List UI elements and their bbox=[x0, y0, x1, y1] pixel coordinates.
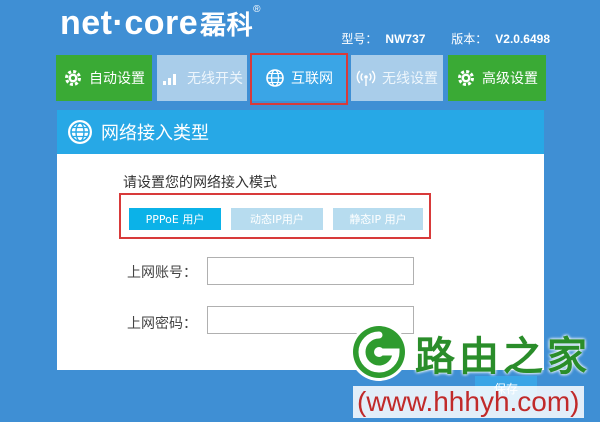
model-label: 型号： bbox=[341, 32, 378, 46]
watermark-url: (www.hhhyh.com) bbox=[353, 386, 584, 418]
signal-bars-icon bbox=[161, 68, 181, 88]
globe-icon bbox=[265, 68, 285, 88]
pppoe-mode-button[interactable]: PPPoE 用户 bbox=[129, 208, 221, 230]
section-title: 网络接入类型 bbox=[101, 123, 209, 144]
gear-icon bbox=[456, 68, 476, 88]
registered-mark: ® bbox=[253, 4, 262, 15]
watermark: 路由之家 (www.hhhyh.com) bbox=[345, 318, 600, 422]
version-label: 版本： bbox=[451, 32, 488, 46]
tab-advanced-settings[interactable]: 高级设置 bbox=[448, 55, 546, 101]
watermark-text: 路由之家 bbox=[415, 334, 591, 380]
static-ip-mode-button[interactable]: 静态IP 用户 bbox=[333, 208, 423, 230]
device-info: 型号： NW737 版本： V2.0.6498 bbox=[341, 30, 550, 47]
brand-name: net·core bbox=[60, 4, 199, 42]
tab-label: 无线设置 bbox=[382, 71, 438, 87]
tab-wireless-switch[interactable]: 无线开关 bbox=[157, 55, 247, 101]
main-nav: 自动设置 无线开关 互联网 无线设置 高级设置 bbox=[56, 55, 546, 101]
brand-cn-name: 磊科 bbox=[200, 11, 254, 41]
tab-auto-setup[interactable]: 自动设置 bbox=[56, 55, 152, 101]
section-header: 网络接入类型 bbox=[57, 110, 544, 154]
password-label: 上网密码： bbox=[127, 316, 197, 332]
version-value: V2.0.6498 bbox=[495, 32, 550, 46]
tab-internet[interactable]: 互联网 bbox=[252, 55, 346, 101]
dynamic-ip-mode-button[interactable]: 动态IP用户 bbox=[231, 208, 323, 230]
tab-label: 互联网 bbox=[291, 71, 333, 87]
brand-logo: net·core磊科® bbox=[60, 4, 261, 43]
tab-label: 高级设置 bbox=[482, 71, 538, 87]
gear-icon bbox=[63, 68, 83, 88]
wireless-icon bbox=[356, 68, 376, 88]
account-label: 上网账号： bbox=[127, 265, 197, 281]
account-input[interactable] bbox=[207, 257, 414, 285]
mode-prompt: 请设置您的网络接入模式 bbox=[123, 175, 277, 191]
watermark-logo-icon bbox=[350, 323, 408, 381]
tab-wireless-settings[interactable]: 无线设置 bbox=[351, 55, 443, 101]
globe-icon bbox=[67, 119, 93, 145]
tab-label: 无线开关 bbox=[187, 71, 243, 87]
tab-label: 自动设置 bbox=[89, 71, 145, 87]
model-value: NW737 bbox=[385, 32, 426, 46]
